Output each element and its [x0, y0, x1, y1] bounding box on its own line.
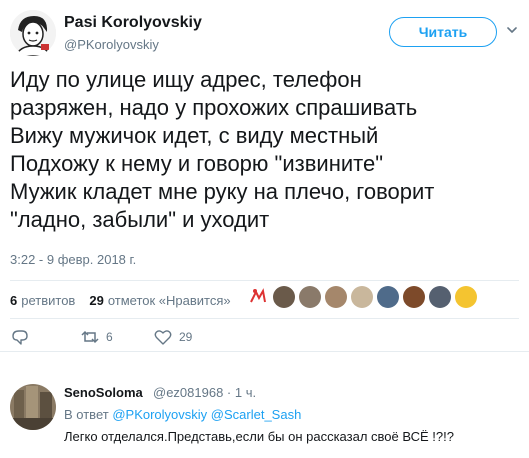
- tweet-actions: 6 29: [0, 327, 529, 351]
- divider: [10, 280, 519, 281]
- reply-to-prefix: В ответ: [64, 407, 109, 422]
- tweet-timestamp[interactable]: 3:22 - 9 февр. 2018 г.: [10, 252, 136, 267]
- liker-avatar[interactable]: [429, 286, 451, 308]
- mention-link[interactable]: @Scarlet_Sash: [211, 407, 302, 422]
- tweet-text-line: Мужик кладет мне руку на плечо, говорит: [10, 179, 435, 204]
- reply-text: Легко отделался.Представь,если бы он рас…: [64, 429, 454, 444]
- liker-avatar[interactable]: [403, 286, 425, 308]
- retweet-count: 6: [106, 330, 113, 344]
- likes-label: отметок «Нравится»: [107, 292, 231, 308]
- tweet-text-line: Вижу мужичок идет, с виду местный: [10, 123, 379, 148]
- tweet: Pasi Korolyovskiy @PKorolyovskiy Читать …: [0, 0, 529, 352]
- liker-avatar[interactable]: [273, 286, 295, 308]
- tweet-text: Иду по улице ищу адрес, телефон разряжен…: [10, 66, 520, 234]
- liker-avatar[interactable]: [455, 286, 477, 308]
- author-handle[interactable]: @PKorolyovskiy: [64, 37, 159, 52]
- tweet-text-line: разряжен, надо у прохожих спрашивать: [10, 95, 418, 120]
- likes-count: 29: [89, 292, 104, 308]
- reply-button[interactable]: [10, 327, 36, 347]
- author-avatar[interactable]: [10, 10, 56, 56]
- likes-stat[interactable]: 29 отметок «Нравится»: [89, 293, 230, 308]
- retweets-label: ретвитов: [21, 292, 76, 308]
- chevron-down-icon[interactable]: [505, 23, 519, 37]
- tweet-stats: 6 ретвитов 29 отметок «Нравится»: [10, 288, 245, 312]
- retweets-stat[interactable]: 6 ретвитов: [10, 293, 75, 308]
- tweet-text-line: "ладно, забыли" и уходит: [10, 207, 270, 232]
- liker-avatar[interactable]: [247, 286, 269, 308]
- reply-icon: [12, 330, 28, 345]
- reply-author-avatar[interactable]: [10, 384, 56, 430]
- reply-author-meta[interactable]: @ez081968 · 1 ч.: [153, 385, 256, 400]
- mention-link[interactable]: @PKorolyovskiy: [112, 407, 207, 422]
- liker-avatars: [247, 286, 481, 308]
- divider: [0, 351, 529, 352]
- liker-avatar[interactable]: [299, 286, 321, 308]
- retweet-icon: [81, 330, 99, 344]
- like-button[interactable]: 29: [153, 327, 192, 347]
- heart-icon: [154, 330, 172, 345]
- tweet-text-line: Иду по улице ищу адрес, телефон: [10, 67, 362, 92]
- divider: [10, 318, 519, 319]
- liker-avatar[interactable]: [351, 286, 373, 308]
- like-count: 29: [179, 330, 193, 344]
- retweet-button[interactable]: 6: [80, 327, 113, 347]
- retweets-count: 6: [10, 292, 18, 308]
- reply-to-line: В ответ @PKorolyovskiy @Scarlet_Sash: [64, 407, 301, 422]
- reply-tweet[interactable]: SenoSoloma @ez081968 · 1 ч. В ответ @PKo…: [0, 370, 529, 458]
- tweet-text-line: Подхожу к нему и говорю "извините": [10, 151, 384, 176]
- liker-avatar[interactable]: [377, 286, 399, 308]
- author-name[interactable]: Pasi Korolyovskiy: [64, 14, 202, 32]
- follow-button[interactable]: Читать: [389, 17, 497, 47]
- reply-author-name[interactable]: SenoSoloma: [64, 385, 143, 400]
- liker-avatar[interactable]: [325, 286, 347, 308]
